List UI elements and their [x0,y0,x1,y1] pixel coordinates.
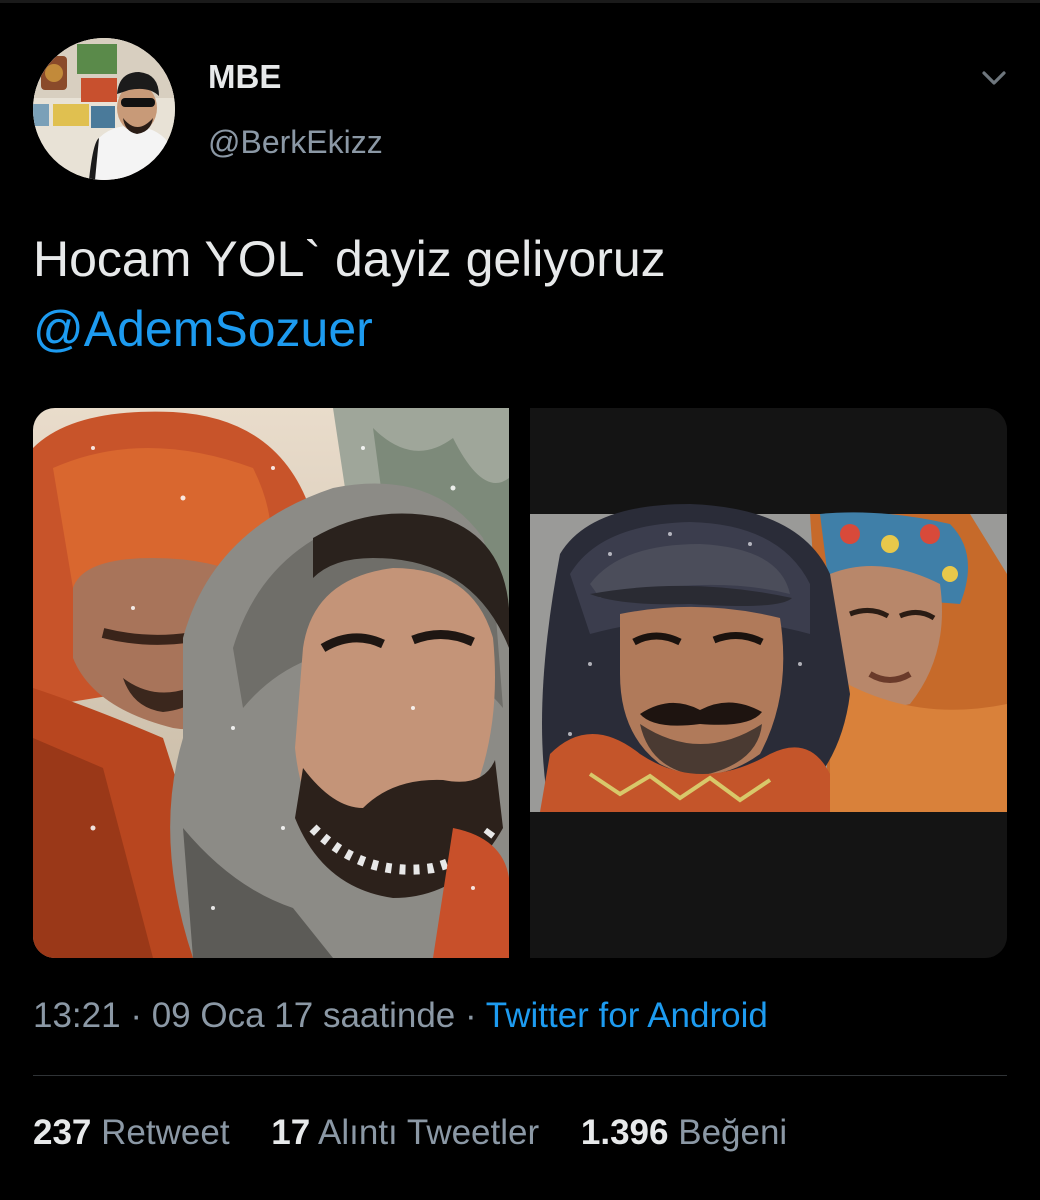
quote-label: Alıntı Tweetler [318,1113,540,1152]
tweet-date[interactable]: 09 Oca 17 saatinde [152,996,456,1035]
chevron-down-icon[interactable] [976,60,1012,96]
author-handle[interactable]: @BerkEkizz [208,124,383,161]
retweet-label: Retweet [101,1113,230,1152]
tweet-photo-left[interactable] [33,408,509,958]
top-divider [0,0,1040,3]
tweet-photo-right[interactable] [530,408,1007,958]
author-display-name[interactable]: MBE [208,58,281,96]
meta-separator: · [130,996,142,1035]
like-count[interactable]: 1.396 Beğeni [581,1113,787,1152]
avatar-photo [33,38,175,180]
meta-separator: · [465,996,477,1035]
retweet-count-number: 237 [33,1113,92,1152]
tweet-stats: 237 Retweet 17 Alıntı Tweetler 1.396 Beğ… [33,1113,819,1153]
retweet-count[interactable]: 237 Retweet [33,1113,230,1152]
tweet-text: Hocam YOL` dayiz geliyoruz @AdemSozuer [33,224,993,364]
tweet-body: Hocam YOL` dayiz geliyoruz [33,231,666,287]
quote-count[interactable]: 17 Alıntı Tweetler [271,1113,539,1152]
tweet-time[interactable]: 13:21 [33,996,121,1035]
tweet-source-link[interactable]: Twitter for Android [486,996,768,1035]
like-label: Beğeni [678,1113,788,1152]
quote-count-number: 17 [271,1113,311,1152]
like-count-number: 1.396 [580,1113,669,1152]
mention-link[interactable]: @AdemSozuer [33,294,993,364]
tweet-timestamp: 13:21 · 09 Oca 17 saatinde · Twitter for… [33,996,768,1036]
avatar[interactable] [33,38,175,180]
stats-divider [33,1075,1007,1076]
